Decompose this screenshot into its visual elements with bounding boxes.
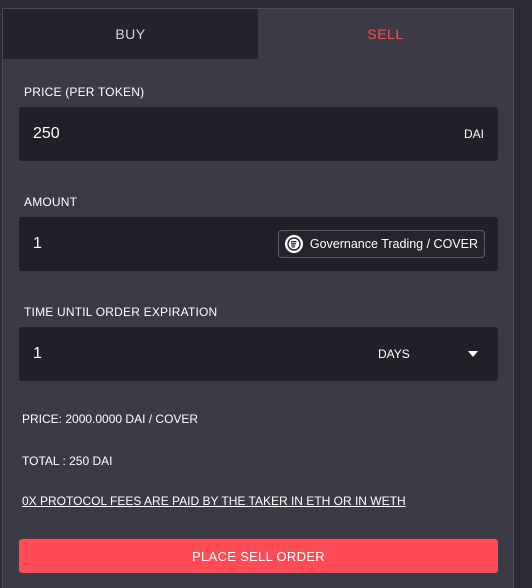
price-unit: DAI (463, 127, 484, 141)
expiration-field: DAYS (19, 327, 498, 381)
total-summary: TOTAL : 250 DAI (22, 454, 113, 468)
amount-field: Governance Trading / COVER (19, 217, 498, 271)
amount-input[interactable] (33, 217, 253, 271)
price-summary: PRICE: 2000.0000 DAI / COVER (22, 412, 199, 426)
expiration-label: TIME UNTIL ORDER EXPIRATION (24, 305, 218, 319)
protocol-fees-link[interactable]: 0X PROTOCOL FEES ARE PAID BY THE TAKER I… (22, 494, 406, 508)
tab-sell[interactable]: SELL (258, 9, 513, 59)
place-sell-order-button[interactable]: PLACE SELL ORDER (19, 539, 498, 573)
price-field: DAI (19, 107, 498, 161)
token-name: Governance Trading / COVER (309, 237, 478, 251)
tab-buy[interactable]: BUY (3, 9, 258, 59)
order-panel: BUY SELL PRICE (PER TOKEN) DAI AMOUNT Go… (2, 8, 514, 588)
expiration-input[interactable] (33, 327, 253, 381)
expiration-unit-label: DAYS (378, 347, 410, 361)
cover-token-icon (284, 235, 303, 253)
order-tabs: BUY SELL (3, 9, 513, 59)
price-label: PRICE (PER TOKEN) (24, 85, 145, 99)
price-input[interactable] (33, 107, 253, 161)
chevron-down-icon (468, 351, 478, 357)
amount-label: AMOUNT (24, 195, 78, 209)
expiration-unit-select[interactable]: DAYS (378, 327, 478, 381)
token-selector[interactable]: Governance Trading / COVER (277, 230, 485, 258)
